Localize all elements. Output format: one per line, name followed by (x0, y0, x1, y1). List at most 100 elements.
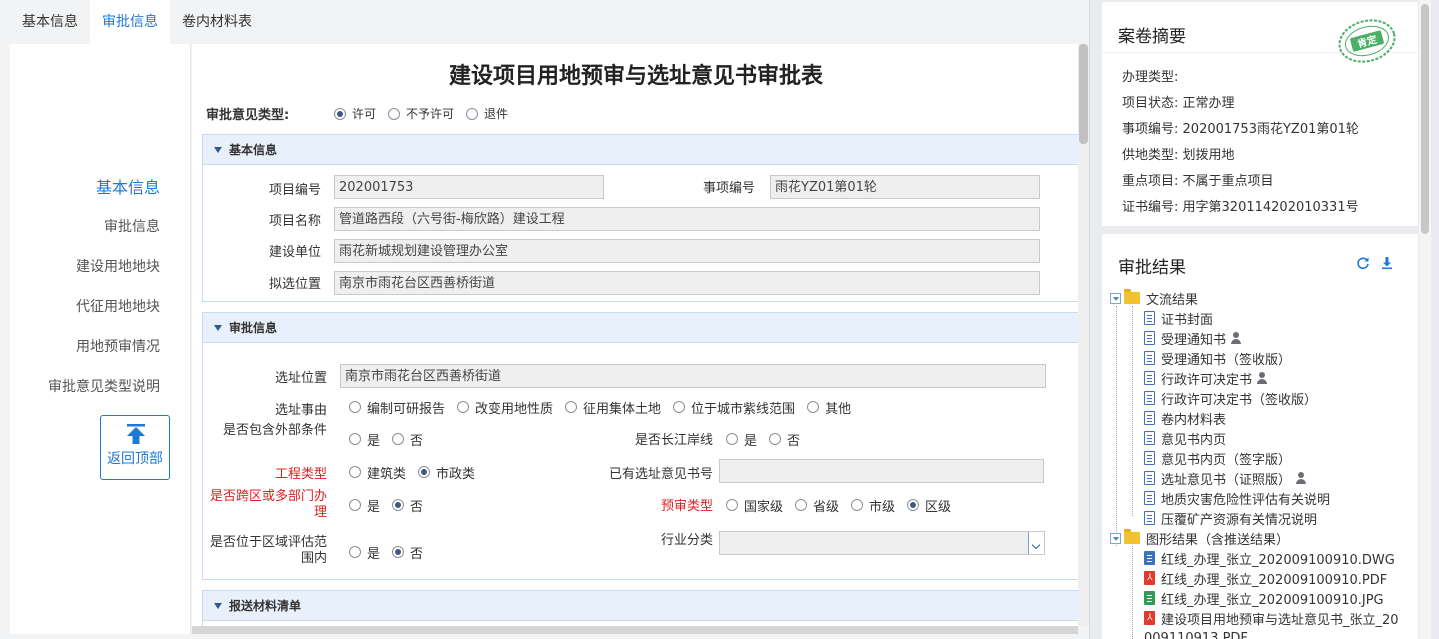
form-vertical-scrollbar[interactable] (1078, 44, 1089, 626)
folder-icon (1124, 529, 1140, 544)
nav-item-requisition-plot[interactable]: 代征用地地块 (76, 296, 160, 316)
radio-checked-icon (392, 499, 405, 511)
cross-yes-radio[interactable]: 是 (349, 496, 380, 515)
materials-header[interactable]: 报送材料清单 (203, 591, 1079, 621)
tree-collapse-icon[interactable] (1110, 532, 1121, 544)
tree-doc-item[interactable]: 压覆矿产资源有关情况说明 (1144, 508, 1317, 528)
site-location-field[interactable]: 南京市雨花台区西善桥街道 (340, 364, 1046, 388)
tree-doc-item[interactable]: 行政许可决定书（签收版） (1144, 388, 1317, 408)
pre-city-radio[interactable]: 市级 (851, 496, 895, 515)
tree-doc-item[interactable]: 受理通知书（签收版） (1144, 348, 1291, 368)
radio-checked-icon (907, 499, 920, 511)
yangtze-yes-radio[interactable]: 是 (726, 430, 757, 449)
pre-district-radio[interactable]: 区级 (907, 496, 951, 515)
region-assessment-options: 是 否 (349, 542, 435, 562)
radio-icon (349, 499, 361, 511)
section-nav: 基本信息 审批信息 建设用地地块 代征用地地块 用地预审情况 审批意见类型说明 … (10, 44, 191, 634)
tree-file-item-continued[interactable]: 009110913.PDF (1144, 628, 1248, 639)
tree-file-item[interactable]: 红线_办理_张立_202009100910.DWG (1144, 548, 1395, 568)
chevron-down-icon[interactable] (1028, 532, 1044, 554)
pre-provincial-radio[interactable]: 省级 (795, 496, 839, 515)
radio-icon (466, 107, 479, 120)
existing-opinion-no-field[interactable] (719, 459, 1044, 483)
tree-guide (1116, 306, 1117, 546)
approval-form: 建设项目用地预审与选址意见书审批表 审批意见类型: 许可 不予许可 退件 基本信… (192, 44, 1080, 626)
nav-item-basic-info[interactable]: 基本信息 (96, 174, 160, 198)
tab-material-list[interactable]: 卷内材料表 (170, 0, 264, 44)
pre-national-radio[interactable]: 国家级 (726, 496, 783, 515)
region-no-radio[interactable]: 否 (392, 543, 423, 562)
tree-doc-item[interactable]: 行政许可决定书 (1144, 368, 1268, 388)
cross-district-label: 是否跨区或多部门办理 (209, 489, 327, 520)
industry-category-select[interactable] (719, 531, 1045, 555)
download-icon[interactable] (1380, 256, 1394, 274)
nav-item-construction-plot[interactable]: 建设用地地块 (76, 256, 160, 276)
radio-icon (565, 401, 578, 413)
reason-other-radio[interactable]: 其他 (807, 398, 851, 417)
eng-municipal-radio[interactable]: 市政类 (418, 463, 475, 482)
tab-basic-info[interactable]: 基本信息 (10, 0, 90, 44)
construction-unit-label: 建设单位 (268, 245, 321, 260)
tree-file-item[interactable]: 红线_办理_张立_202009100910.PDF (1144, 568, 1387, 588)
industry-category-label: 行业分类 (660, 533, 713, 548)
document-icon (1144, 411, 1155, 425)
reason-change-use-radio[interactable]: 改变用地性质 (457, 398, 553, 417)
opinion-type-label: 审批意见类型: (206, 108, 290, 123)
back-to-top-button[interactable]: 返回顶部 (100, 415, 170, 480)
opinion-return-radio[interactable]: 退件 (466, 105, 508, 122)
tree-folder-graphic-results[interactable]: 图形结果（含推送结果） (1110, 528, 1289, 548)
pre-review-type-options: 国家级 省级 市级 区级 (726, 495, 963, 515)
tree-doc-item[interactable]: 意见书内页 (1144, 428, 1226, 448)
eng-building-radio[interactable]: 建筑类 (349, 463, 406, 482)
engineering-type-label: 工程类型 (274, 467, 327, 482)
tree-doc-item[interactable]: 受理通知书 (1144, 328, 1242, 348)
tree-doc-item[interactable]: 选址意见书（证照版） (1144, 468, 1307, 488)
tree-collapse-icon[interactable] (1110, 292, 1121, 304)
reason-feasibility-radio[interactable]: 编制可研报告 (349, 398, 445, 417)
nav-item-opinion-type-desc[interactable]: 审批意见类型说明 (48, 376, 160, 396)
tree-doc-item[interactable]: 意见书内页（签字版） (1144, 448, 1291, 468)
site-location-label: 选址位置 (274, 371, 327, 386)
proposed-location-field[interactable]: 南京市雨花台区西善桥街道 (334, 271, 1040, 295)
materials-section: 报送材料清单 (202, 590, 1080, 626)
collapse-triangle-icon (214, 325, 222, 331)
opinion-permit-radio[interactable]: 许可 (334, 105, 376, 122)
opinion-deny-radio[interactable]: 不予许可 (388, 105, 454, 122)
cross-no-radio[interactable]: 否 (392, 496, 423, 515)
case-summary-panel: 案卷摘要 肯定 办理类型: 项目状态: 正常办理 事项编号: 202001753… (1102, 2, 1418, 226)
project-no-field[interactable]: 202001753 (334, 175, 604, 199)
yangtze-no-radio[interactable]: 否 (769, 430, 800, 449)
tree-doc-item[interactable]: 证书封面 (1144, 308, 1213, 328)
external-yes-radio[interactable]: 是 (349, 430, 380, 449)
radio-icon (726, 499, 738, 511)
reason-purple-line-radio[interactable]: 位于城市紫线范围 (673, 398, 795, 417)
external-no-radio[interactable]: 否 (392, 430, 423, 449)
existing-opinion-no-label: 已有选址意见书号 (608, 467, 713, 482)
tab-approval-info[interactable]: 审批信息 (90, 0, 170, 44)
document-icon (1144, 491, 1155, 505)
tree-doc-item[interactable]: 地质灾害危险性评估有关说明 (1144, 488, 1330, 508)
basic-info-header[interactable]: 基本信息 (203, 135, 1079, 165)
right-panel-scrollbar[interactable] (1419, 0, 1431, 639)
nav-item-pre-review[interactable]: 用地预审情况 (76, 336, 160, 356)
form-horizontal-scrollbar[interactable] (192, 626, 1078, 634)
tree-file-item[interactable]: 红线_办理_张立_202009100910.JPG (1144, 588, 1384, 608)
radio-icon (388, 107, 401, 120)
tree-file-item[interactable]: 建设项目用地预审与选址意见书_张立_20 (1144, 608, 1399, 628)
reason-collective-land-radio[interactable]: 征用集体土地 (565, 398, 661, 417)
nav-item-approval-info[interactable]: 审批信息 (104, 216, 160, 236)
scrollbar-thumb[interactable] (1421, 4, 1429, 234)
project-name-field[interactable]: 管道路西段（六号街-梅欣路）建设工程 (334, 207, 1040, 231)
refresh-icon[interactable] (1356, 256, 1370, 274)
tree-doc-item[interactable]: 卷内材料表 (1144, 408, 1226, 428)
pdf-file-icon (1144, 611, 1155, 625)
results-toolbar (1356, 256, 1394, 274)
tree-folder-text-results[interactable]: 文流结果 (1110, 288, 1198, 308)
document-icon (1144, 351, 1155, 365)
engineering-type-options: 建筑类 市政类 (349, 462, 487, 482)
construction-unit-field[interactable]: 雨花新城规划建设管理办公室 (334, 239, 1040, 263)
region-yes-radio[interactable]: 是 (349, 543, 380, 562)
scrollbar-thumb[interactable] (1079, 44, 1088, 144)
item-no-field[interactable]: 雨花YZ01第01轮 (770, 175, 1040, 199)
approval-info-header[interactable]: 审批信息 (203, 313, 1079, 343)
